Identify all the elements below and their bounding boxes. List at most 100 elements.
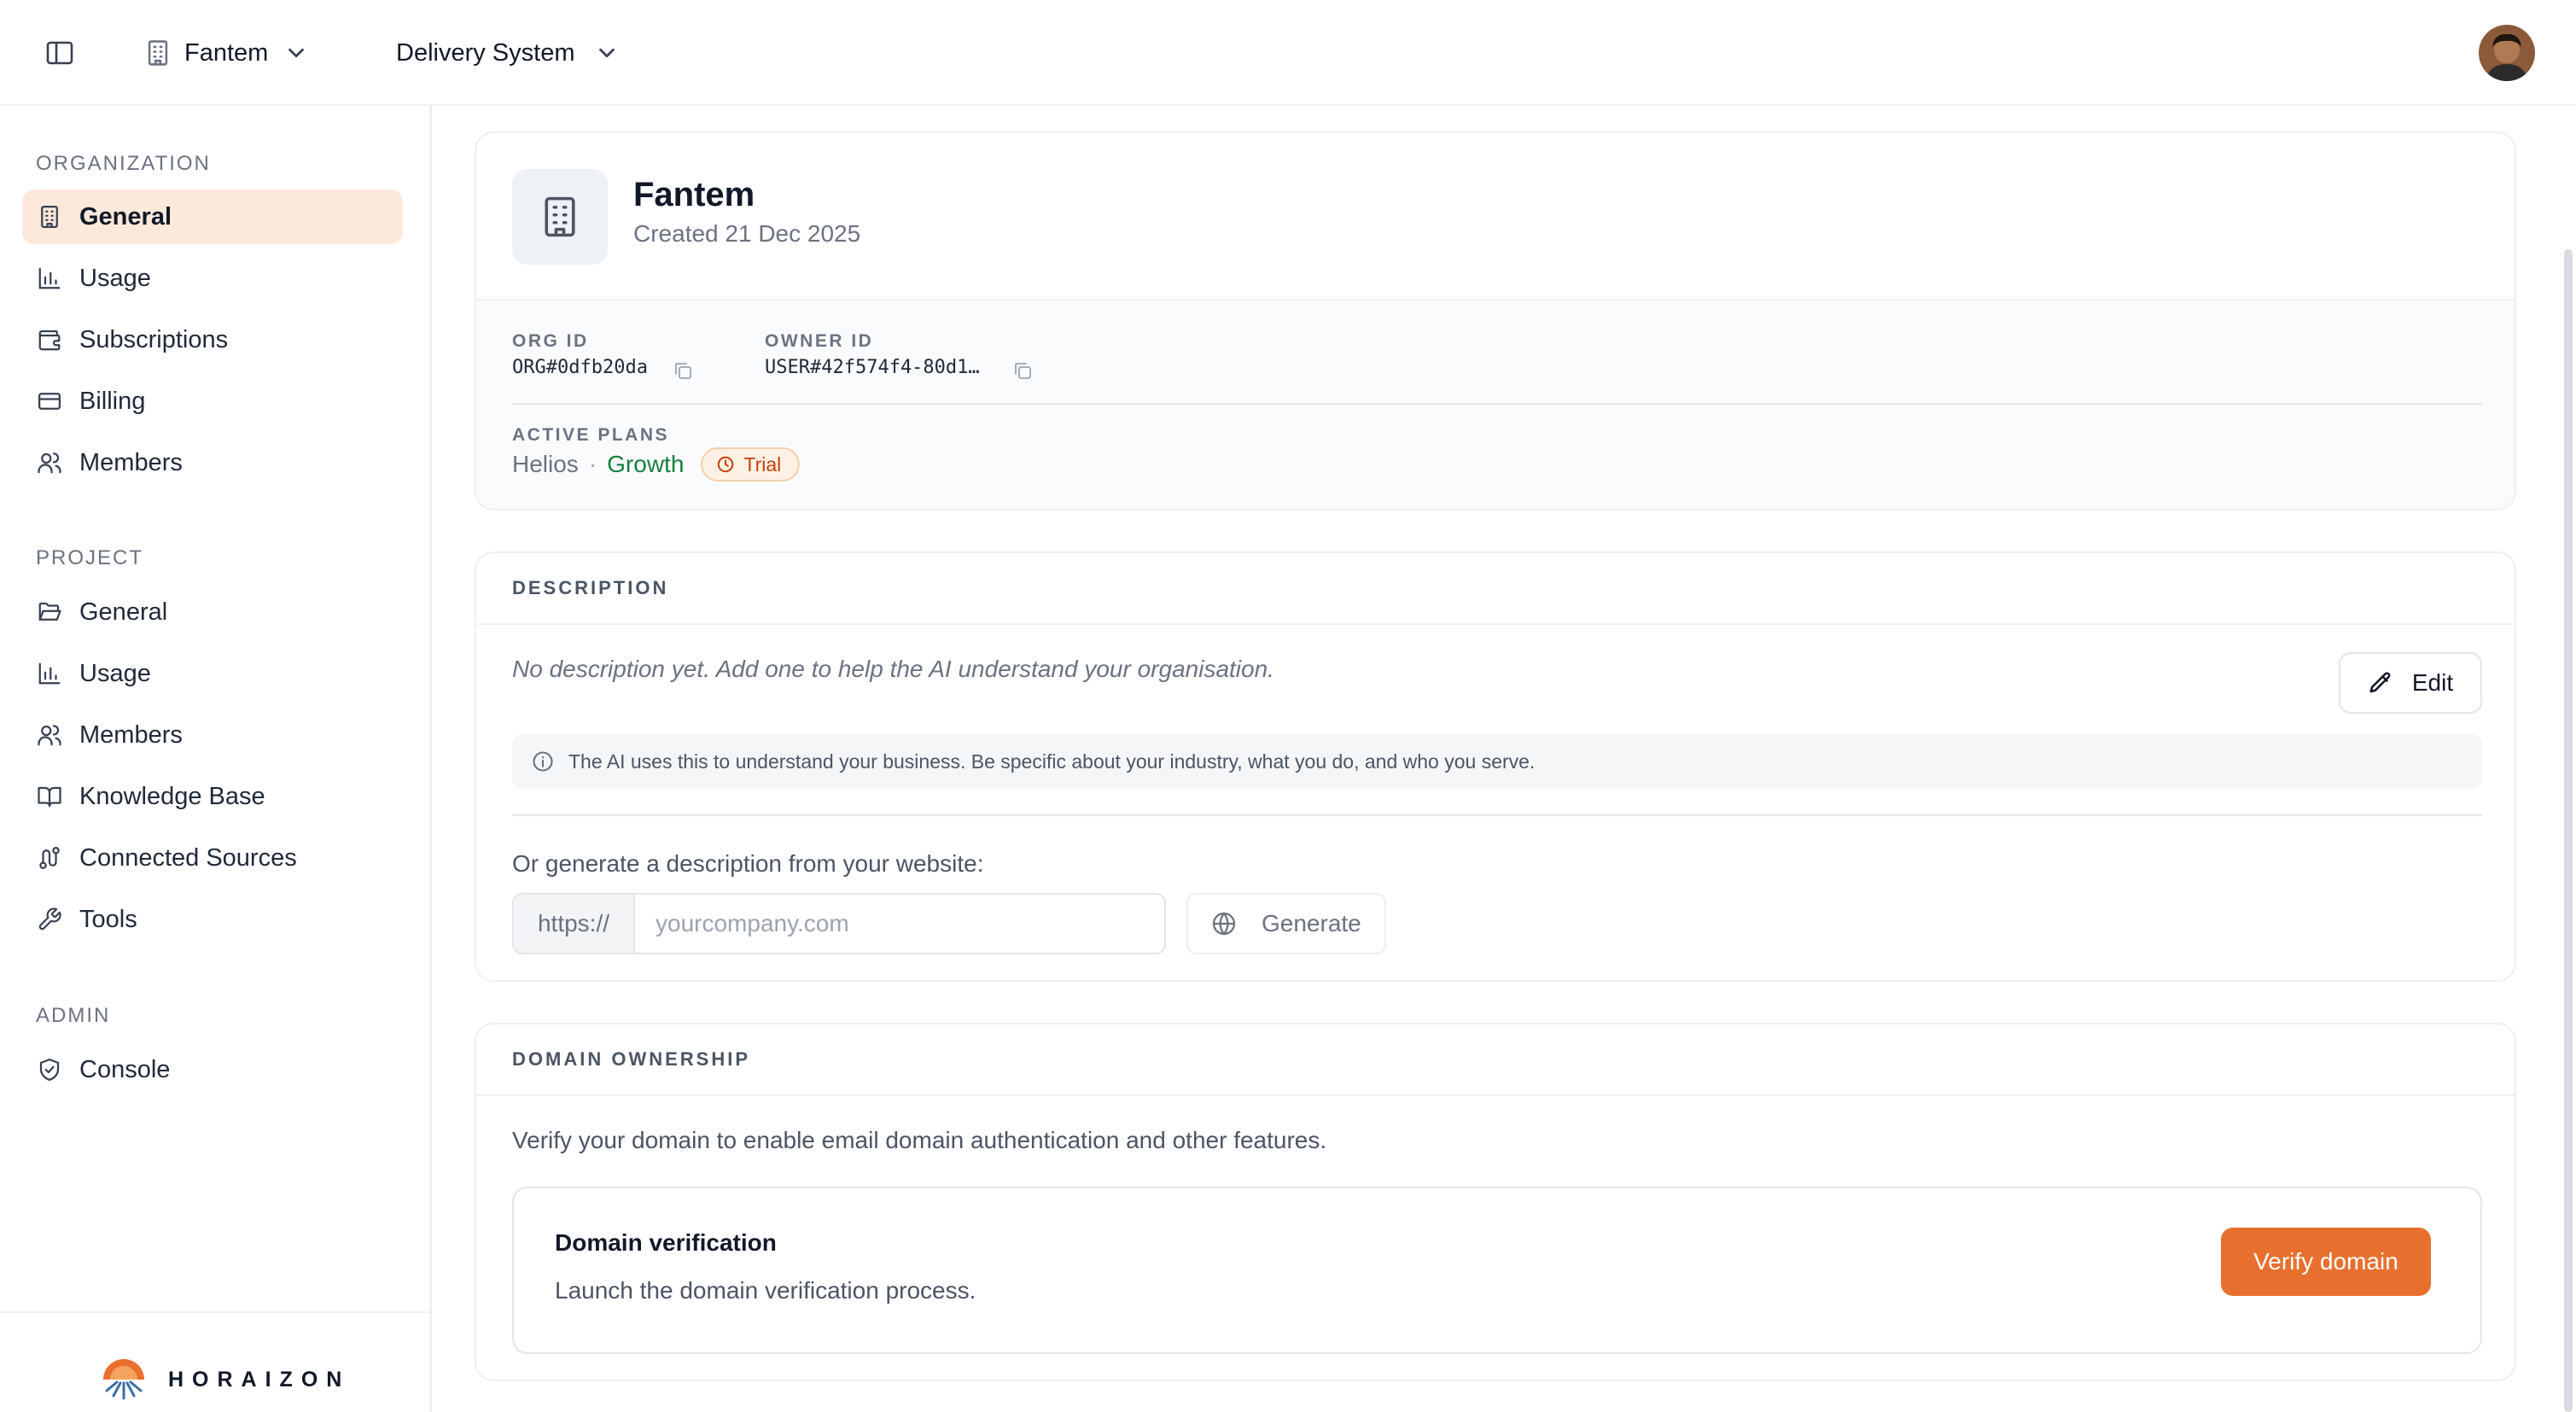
project-selector[interactable]: Delivery System	[396, 34, 620, 72]
building-icon	[37, 204, 62, 230]
info-hint: The AI uses this to understand your busi…	[512, 734, 2482, 789]
sidebar-item-label: Usage	[79, 264, 151, 292]
sidebar-item-label: General	[79, 202, 172, 230]
org-header: Fantem Created 21 Dec 2025	[476, 133, 2515, 299]
sidebar: ORGANIZATION General Usage Subscriptions…	[0, 106, 432, 1412]
trial-badge: Trial	[701, 447, 801, 481]
wrench-icon	[37, 907, 62, 932]
building-icon	[143, 38, 172, 67]
horaizon-logo-icon	[100, 1356, 148, 1403]
sidebar-item-org-members[interactable]: Members	[22, 435, 403, 490]
org-name: Fantem	[633, 176, 755, 213]
bar-chart-icon	[37, 661, 62, 686]
sidebar-item-org-general[interactable]: General	[22, 190, 403, 244]
website-url-field: https://	[512, 893, 1166, 954]
pencil-icon	[2368, 670, 2393, 696]
sidebar-item-project-tools[interactable]: Tools	[22, 892, 403, 947]
domain-description: Verify your domain to enable email domai…	[512, 1127, 1327, 1153]
section-title-project: PROJECT	[36, 546, 144, 569]
verify-domain-button-label: Verify domain	[2253, 1248, 2398, 1275]
building-icon	[545, 196, 575, 237]
sidebar-item-project-members[interactable]: Members	[22, 708, 403, 762]
plan-tier: Growth	[607, 451, 685, 477]
description-empty-text: No description yet. Add one to help the …	[512, 656, 1274, 682]
user-avatar[interactable]	[2479, 25, 2535, 81]
website-url-input[interactable]	[635, 895, 1164, 953]
brand[interactable]: HORAIZON	[100, 1356, 350, 1403]
url-prefix: https://	[514, 895, 635, 953]
project-selector-label: Delivery System	[396, 38, 575, 67]
org-selector-label: Fantem	[184, 38, 269, 67]
divider	[512, 403, 2482, 405]
active-plans: Helios · Growth Trial	[512, 446, 801, 483]
sidebar-item-label: Billing	[79, 387, 146, 415]
credit-card-icon	[37, 388, 62, 414]
sidebar-item-label: Members	[79, 448, 183, 476]
owner-id-label: OWNER ID	[765, 331, 874, 351]
shield-check-icon	[37, 1057, 62, 1082]
org-avatar	[512, 169, 608, 265]
sidebar-toggle-icon[interactable]	[44, 39, 75, 67]
edit-button[interactable]: Edit	[2339, 652, 2482, 714]
plan-separator: ·	[588, 451, 597, 477]
chevron-down-icon	[283, 40, 309, 66]
sidebar-item-label: Usage	[79, 659, 151, 687]
card-title: DOMAIN OWNERSHIP	[512, 1048, 750, 1070]
bar-chart-icon	[37, 265, 62, 291]
sidebar-item-org-billing[interactable]: Billing	[22, 374, 403, 429]
sidebar-item-label: Tools	[79, 905, 137, 933]
org-selector[interactable]: Fantem	[143, 34, 309, 72]
sidebar-item-project-knowledge-base[interactable]: Knowledge Base	[22, 769, 403, 824]
sidebar-item-label: Knowledge Base	[79, 782, 265, 810]
sidebar-item-label: Subscriptions	[79, 325, 229, 353]
wallet-icon	[37, 327, 62, 353]
top-bar: Fantem Delivery System	[0, 0, 2576, 106]
sidebar-item-label: Connected Sources	[79, 843, 297, 872]
sidebar-item-org-usage[interactable]: Usage	[22, 251, 403, 306]
clock-icon	[716, 455, 735, 474]
scrollbar[interactable]	[2564, 249, 2573, 1412]
domain-verification-title: Domain verification	[555, 1229, 777, 1256]
description-card: DESCRIPTION No description yet. Add one …	[475, 551, 2516, 982]
sidebar-item-label: Console	[79, 1055, 171, 1083]
domain-ownership-card: DOMAIN OWNERSHIP Verify your domain to e…	[475, 1023, 2516, 1381]
users-icon	[37, 722, 62, 748]
domain-verification-box: Domain verification Launch the domain ve…	[512, 1187, 2482, 1354]
brand-name: HORAIZON	[168, 1367, 351, 1392]
org-created-date: Created 21 Dec 2025	[633, 220, 861, 247]
active-plans-label: ACTIVE PLANS	[512, 425, 670, 445]
copy-org-id-icon[interactable]	[673, 360, 693, 381]
org-meta: ORG ID ORG#0dfb20da OWNER ID USER#42f574…	[476, 299, 2515, 509]
org-id-value: ORG#0dfb20da	[512, 357, 648, 378]
card-header: DOMAIN OWNERSHIP	[476, 1024, 2515, 1096]
copy-owner-id-icon[interactable]	[1012, 360, 1033, 381]
sidebar-item-project-general[interactable]: General	[22, 585, 403, 639]
generate-button[interactable]: Generate	[1186, 893, 1386, 954]
book-open-icon	[37, 784, 62, 809]
owner-id-value: USER#42f574f4-80d1…	[765, 357, 980, 378]
sidebar-item-label: Members	[79, 721, 183, 749]
organization-card: Fantem Created 21 Dec 2025 ORG ID ORG#0d…	[475, 131, 2516, 511]
card-title: DESCRIPTION	[512, 577, 669, 598]
chevron-down-icon	[594, 40, 620, 66]
generate-label: Or generate a description from your webs…	[512, 850, 984, 877]
sidebar-footer: HORAIZON	[0, 1311, 429, 1412]
divider	[512, 814, 2482, 816]
hint-text: The AI uses this to understand your busi…	[568, 750, 1536, 773]
sidebar-item-project-connected-sources[interactable]: Connected Sources	[22, 831, 403, 885]
domain-verification-subtitle: Launch the domain verification process.	[555, 1277, 976, 1304]
trial-badge-label: Trial	[743, 452, 782, 476]
info-icon	[531, 750, 555, 773]
card-header: DESCRIPTION	[476, 553, 2515, 625]
plan-product: Helios	[512, 451, 579, 477]
section-title-organization: ORGANIZATION	[36, 152, 211, 175]
org-id-label: ORG ID	[512, 331, 589, 351]
folder-open-icon	[37, 599, 62, 625]
globe-icon	[1210, 910, 1238, 937]
sidebar-item-project-usage[interactable]: Usage	[22, 646, 403, 701]
sidebar-item-label: General	[79, 598, 168, 626]
verify-domain-button[interactable]: Verify domain	[2221, 1228, 2431, 1296]
sidebar-item-org-subscriptions[interactable]: Subscriptions	[22, 312, 403, 367]
generate-button-label: Generate	[1262, 910, 1361, 936]
sidebar-item-admin-console[interactable]: Console	[22, 1042, 403, 1097]
